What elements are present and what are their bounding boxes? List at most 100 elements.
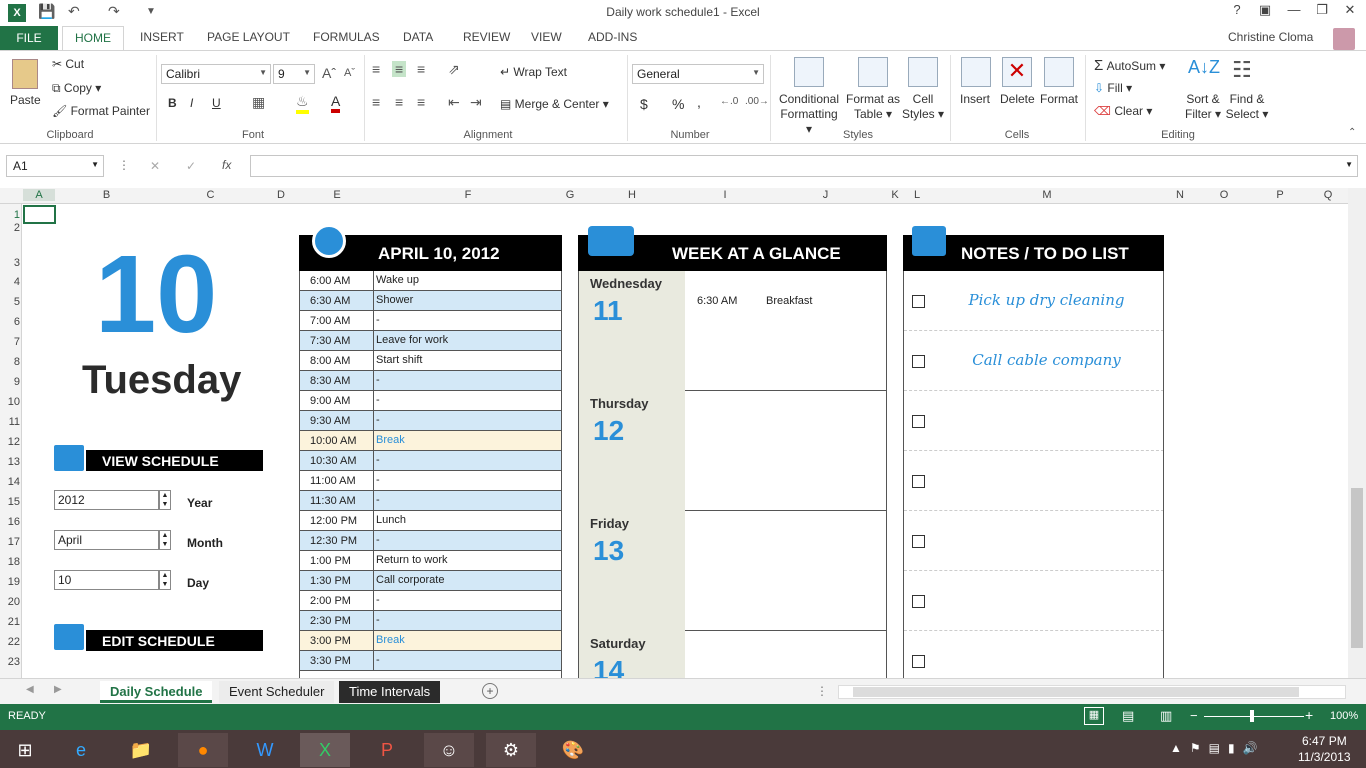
tab-add-ins[interactable]: ADD-INS <box>588 30 637 44</box>
sheet-tab-daily-schedule[interactable]: Daily Schedule <box>100 681 213 703</box>
column-header[interactable]: E <box>299 189 375 201</box>
conditional-formatting-icon[interactable] <box>794 57 824 87</box>
file-explorer-icon[interactable]: 📁 <box>116 733 166 767</box>
selected-cell-a1[interactable] <box>23 205 56 224</box>
font-name-select[interactable]: Calibri ▼ <box>161 64 271 84</box>
column-header[interactable]: J <box>765 189 886 201</box>
avatar[interactable] <box>1333 28 1355 50</box>
schedule-row[interactable]: 3:00 PM Break <box>300 631 561 651</box>
column-header[interactable]: K <box>886 189 904 201</box>
row-header[interactable]: 11 <box>0 416 20 428</box>
page-layout-view-icon[interactable]: ▤ <box>1122 708 1134 724</box>
schedule-row[interactable]: 1:30 PM Call corporate <box>300 571 561 591</box>
font-size-select[interactable]: 9 ▼ <box>273 64 315 84</box>
currency-button[interactable]: $ <box>640 96 648 112</box>
scroll-left-icon[interactable]: ◀ <box>26 684 34 695</box>
column-header[interactable]: D <box>263 189 299 201</box>
formula-input[interactable]: ▼ <box>250 155 1358 177</box>
row-header[interactable]: 17 <box>0 536 20 548</box>
column-header[interactable]: A <box>23 189 55 201</box>
row-header[interactable]: 21 <box>0 616 20 628</box>
align-left-icon[interactable]: ≡ <box>372 94 380 110</box>
schedule-row[interactable]: 3:30 PM - <box>300 651 561 671</box>
powerpoint-icon[interactable]: P <box>362 733 412 767</box>
insert-cells-button[interactable]: Insert <box>960 92 990 106</box>
zoom-thumb[interactable] <box>1250 710 1254 722</box>
row-header[interactable]: 18 <box>0 556 20 568</box>
row-header[interactable]: 9 <box>0 376 20 388</box>
percent-button[interactable]: % <box>672 96 684 112</box>
row-header[interactable]: 13 <box>0 456 20 468</box>
windows-start-icon[interactable]: ⊞ <box>0 733 50 767</box>
todo-item[interactable] <box>904 451 1163 511</box>
year-input[interactable]: 2012 <box>54 490 159 510</box>
paint-icon[interactable]: 🎨 <box>548 733 598 767</box>
tab-file[interactable]: FILE <box>0 26 58 50</box>
number-format-select[interactable]: General ▼ <box>632 64 764 84</box>
row-header[interactable]: 5 <box>0 296 20 308</box>
decrease-indent-icon[interactable]: ⇤ <box>448 94 460 111</box>
row-header[interactable]: 15 <box>0 496 20 508</box>
tab-data[interactable]: DATA <box>403 30 433 44</box>
scroll-thumb[interactable] <box>853 687 1299 697</box>
todo-item[interactable] <box>904 631 1163 678</box>
messenger-icon[interactable]: ☺ <box>424 733 474 767</box>
underline-button[interactable]: U <box>212 96 221 110</box>
autosum-button[interactable]: Σ AutoSum ▾ <box>1094 57 1165 74</box>
day-spinner[interactable]: ▲ ▼ <box>159 570 171 590</box>
delete-cells-button[interactable]: Delete <box>1000 92 1035 106</box>
bold-button[interactable]: B <box>168 96 177 110</box>
italic-button[interactable]: I <box>190 96 193 110</box>
row-header[interactable]: 8 <box>0 356 20 368</box>
schedule-row[interactable]: 11:00 AM - <box>300 471 561 491</box>
fill-button[interactable]: ⇩ Fill ▾ <box>1094 81 1132 95</box>
todo-item[interactable] <box>904 511 1163 571</box>
checkbox[interactable] <box>912 595 925 608</box>
comma-button[interactable]: , <box>697 94 701 110</box>
tab-view[interactable]: VIEW <box>531 30 562 44</box>
insert-cells-icon[interactable] <box>961 57 991 87</box>
schedule-row[interactable]: 8:30 AM - <box>300 371 561 391</box>
row-header[interactable]: 7 <box>0 336 20 348</box>
sheet-tab-event-scheduler[interactable]: Event Scheduler <box>219 681 335 703</box>
schedule-row[interactable]: 2:00 PM - <box>300 591 561 611</box>
tray-icons[interactable]: ▲⚑▤▮🔊 <box>1170 741 1266 755</box>
zoom-slider[interactable] <box>1204 710 1304 722</box>
column-header[interactable]: L <box>904 189 930 201</box>
schedule-row[interactable]: 12:30 PM - <box>300 531 561 551</box>
shrink-font-icon[interactable]: Aˇ <box>344 67 355 79</box>
firefox-icon[interactable]: ● <box>178 733 228 767</box>
borders-icon[interactable]: ▦ <box>252 94 265 111</box>
schedule-row[interactable]: 10:30 AM - <box>300 451 561 471</box>
help-button[interactable]: ? <box>1226 2 1248 17</box>
cell-styles-button[interactable]: Cell Styles ▾ <box>900 92 946 122</box>
month-spinner[interactable]: ▲ ▼ <box>159 530 171 550</box>
zoom-level[interactable]: 100% <box>1330 710 1358 722</box>
sort-filter-button[interactable]: Sort & Filter ▾ <box>1182 92 1224 122</box>
add-sheet-icon[interactable]: + <box>482 683 498 699</box>
tab-review[interactable]: REVIEW <box>463 30 510 44</box>
schedule-row[interactable]: 11:30 AM - <box>300 491 561 511</box>
column-header[interactable]: Q <box>1308 189 1348 201</box>
zoom-out-icon[interactable]: − <box>1190 708 1198 723</box>
row-header[interactable]: 20 <box>0 596 20 608</box>
horizontal-scrollbar[interactable] <box>838 685 1346 699</box>
ribbon-options-icon[interactable]: ▣ <box>1254 2 1276 18</box>
copy-button[interactable]: ⧉ Copy ▾ <box>52 81 101 96</box>
column-header[interactable]: O <box>1196 189 1252 201</box>
align-top-icon[interactable]: ≡ <box>372 61 380 77</box>
column-header[interactable]: M <box>930 189 1164 201</box>
paste-button[interactable]: Paste <box>10 93 41 107</box>
grow-font-icon[interactable]: Aˆ <box>322 65 336 81</box>
page-break-view-icon[interactable]: ▥ <box>1160 708 1172 724</box>
format-as-table-icon[interactable] <box>858 57 888 87</box>
decrease-decimal-icon[interactable]: .00→ <box>745 96 769 107</box>
align-bottom-icon[interactable]: ≡ <box>417 61 425 77</box>
font-color-icon[interactable]: A <box>331 93 341 113</box>
todo-item[interactable]: Pick up dry cleaning <box>904 271 1163 331</box>
schedule-row[interactable]: 9:30 AM - <box>300 411 561 431</box>
align-center-icon[interactable]: ≡ <box>395 94 403 110</box>
week-day[interactable]: Friday 13 <box>579 511 886 631</box>
checkbox[interactable] <box>912 415 925 428</box>
column-header[interactable]: C <box>158 189 263 201</box>
